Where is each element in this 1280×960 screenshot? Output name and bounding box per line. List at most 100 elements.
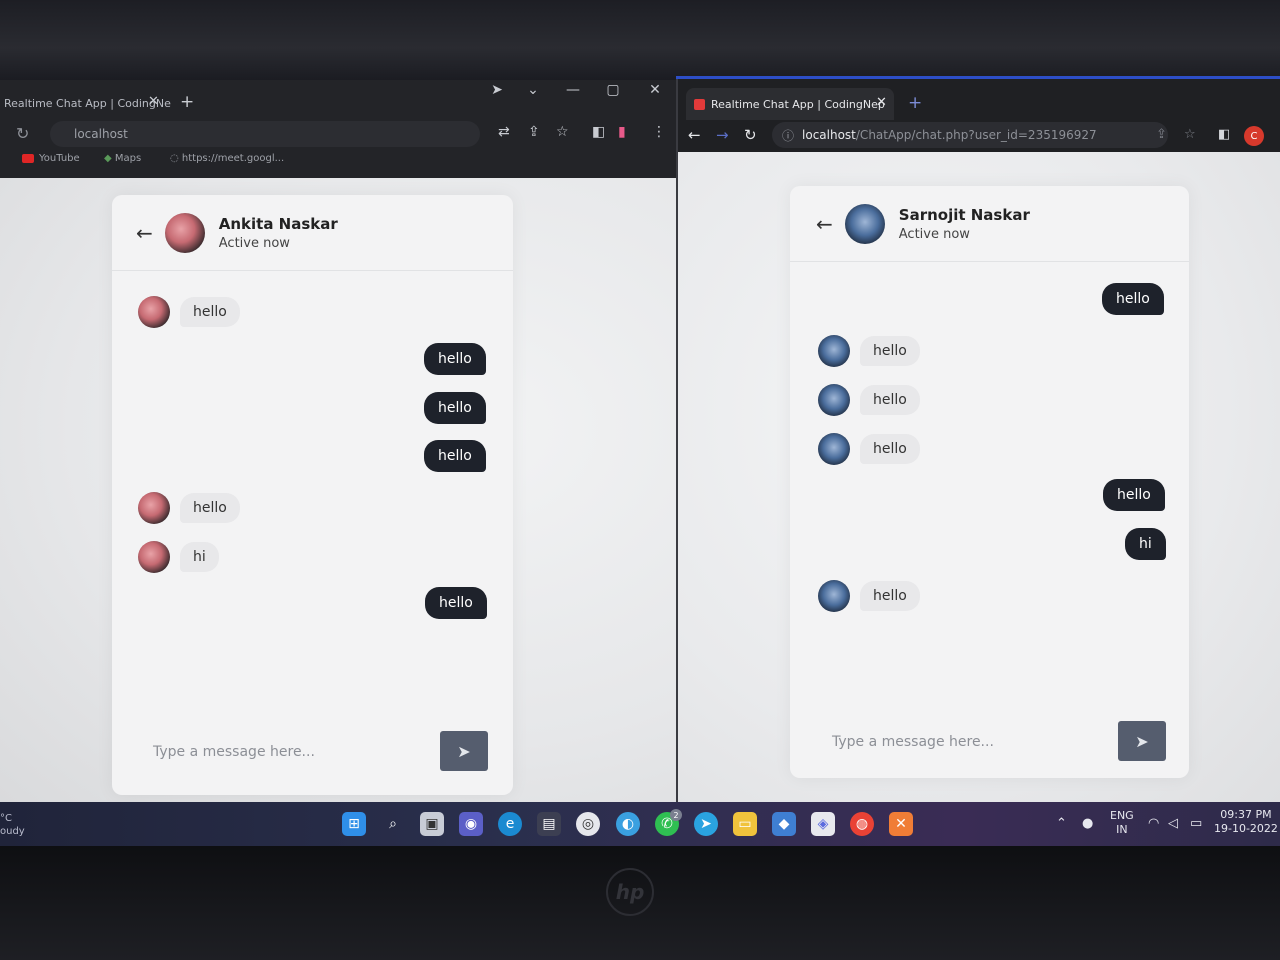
screen-bezel-top (0, 0, 1280, 80)
telegram-icon[interactable]: ➤ (694, 812, 718, 836)
reload-icon[interactable]: ↻ (744, 126, 757, 144)
app-circle-icon[interactable]: ◎ (576, 812, 600, 836)
message-bubble: hello (860, 385, 920, 415)
right-new-tab-icon[interactable]: + (908, 93, 922, 113)
back-icon[interactable]: ← (688, 126, 701, 144)
contact-name: Sarnojit Naskar (898, 205, 1030, 224)
menu-dots-icon[interactable]: ⋮ (652, 124, 666, 140)
message-incoming: hello (818, 384, 920, 416)
message-incoming: hello (138, 492, 240, 524)
site-info-icon[interactable]: ⓘ (782, 127, 794, 144)
globe-icon: ◌ (170, 153, 182, 164)
sender-avatar (818, 433, 850, 465)
weather-desc: oudy (0, 826, 25, 837)
forward-icon[interactable]: → (716, 126, 729, 144)
message-bubble: hi (180, 542, 219, 572)
url-path: /ChatApp/chat.php?user_id=235196927 (855, 128, 1097, 142)
region: IN (1116, 823, 1128, 836)
profile-avatar[interactable]: C (1244, 126, 1264, 146)
send-button[interactable]: ➤ (1118, 721, 1166, 761)
bookmark-star-icon[interactable]: ☆ (1184, 127, 1196, 142)
message-incoming: hello (818, 433, 920, 465)
weather-temp: °C (0, 813, 12, 824)
weather-widget[interactable]: °C oudy (0, 812, 25, 838)
browser-globe-icon[interactable]: ◐ (616, 812, 640, 836)
cursor-icon: ➤ (491, 82, 503, 98)
battery-icon[interactable]: ▭ (1190, 816, 1202, 831)
search-icon[interactable]: ⌕ (381, 812, 405, 836)
message-bubble: hello (860, 581, 920, 611)
left-reload-icon[interactable]: ↻ (16, 124, 29, 143)
maps-icon: ◆ (104, 153, 115, 164)
chrome-icon[interactable]: ◍ (850, 812, 874, 836)
sender-avatar (818, 384, 850, 416)
right-tab[interactable]: Realtime Chat App | CodingNep (686, 88, 894, 120)
bookmark-meet[interactable]: ◌ https://meet.googl... (170, 153, 284, 164)
file-explorer-icon[interactable]: ▭ (733, 812, 757, 836)
close-window-icon[interactable]: ✕ (640, 82, 670, 98)
bookmark-youtube[interactable]: YouTube (22, 153, 80, 164)
send-button[interactable]: ➤ (440, 731, 488, 771)
whatsapp-badge: 2 (670, 809, 682, 821)
message-bubble: hello (180, 493, 240, 523)
message-incoming: hello (818, 580, 920, 612)
share-icon[interactable]: ⇪ (1156, 127, 1167, 142)
side-panel-icon[interactable]: ◧ (592, 124, 605, 140)
left-new-tab-icon[interactable]: + (180, 92, 194, 112)
sender-avatar (138, 492, 170, 524)
contact-avatar (844, 203, 885, 244)
bookmark-maps-label: Maps (114, 153, 142, 164)
vscode-icon[interactable]: ◆ (772, 812, 796, 836)
maximize-icon[interactable]: ▢ (598, 82, 628, 98)
back-arrow-icon[interactable]: ← (136, 221, 153, 245)
right-tab-title: Realtime Chat App | CodingNep (711, 97, 885, 111)
start-windows-icon[interactable]: ⊞ (342, 812, 366, 836)
bookmark-maps[interactable]: ◆ Maps (104, 153, 141, 164)
send-icon: ➤ (1135, 731, 1149, 751)
message-outgoing: hello (424, 440, 486, 472)
side-panel-icon[interactable]: ◧ (1218, 127, 1230, 142)
language-indicator[interactable]: ENG IN (1110, 809, 1134, 837)
share-icon[interactable]: ⇪ (528, 124, 540, 140)
sender-avatar (138, 541, 170, 573)
wifi-icon[interactable]: ◠ (1148, 816, 1159, 831)
contact-avatar (164, 212, 205, 253)
contact-status: Active now (218, 235, 290, 251)
right-chat-header: ← Sarnojit Naskar Active now (790, 186, 1189, 262)
left-address-bar[interactable]: localhost (50, 121, 480, 147)
right-tab-close-icon[interactable]: ✕ (876, 95, 887, 110)
xampp-icon[interactable]: ✕ (889, 812, 913, 836)
clock[interactable]: 09:37 PM 19-10-2022 (1214, 808, 1278, 836)
message-outgoing: hello (424, 392, 486, 424)
right-address-bar[interactable]: ⓘ localhost/ChatApp/chat.php?user_id=235… (772, 122, 1168, 148)
bookmark-youtube-label: YouTube (39, 153, 80, 164)
minimize-icon[interactable]: — (558, 82, 588, 98)
left-tab[interactable]: Realtime Chat App | CodingNe (0, 88, 172, 118)
message-incoming: hello (818, 335, 920, 367)
store-icon[interactable]: ▤ (537, 812, 561, 836)
tab-search-chevron-icon[interactable]: ⌄ (518, 82, 548, 98)
chat-teams-icon[interactable]: ◉ (459, 812, 483, 836)
edge-icon[interactable]: e (498, 812, 522, 836)
tab-favicon-icon (694, 98, 705, 110)
message-outgoing: hello (424, 343, 486, 375)
contact-info: Sarnojit Naskar Active now (899, 206, 1030, 242)
translate-icon[interactable]: ⇄ (498, 124, 510, 140)
bookmark-star-icon[interactable]: ☆ (556, 124, 569, 140)
extension-icon[interactable]: ▮ (618, 124, 626, 140)
contact-name: Ankita Naskar (218, 214, 338, 233)
sender-avatar (818, 580, 850, 612)
back-arrow-icon[interactable]: ← (816, 212, 833, 236)
message-input[interactable]: Type a message here... (153, 744, 315, 760)
left-tab-close-icon[interactable]: ✕ (148, 94, 159, 109)
microphone-icon[interactable]: ● (1082, 816, 1093, 831)
message-input[interactable]: Type a message here... (832, 734, 994, 750)
message-bubble: hello (180, 297, 240, 327)
hp-logo: hp (606, 868, 654, 916)
task-view-icon[interactable]: ▣ (420, 812, 444, 836)
tray-chevron-icon[interactable]: ⌃ (1056, 816, 1067, 831)
dev-tool-icon[interactable]: ◈ (811, 812, 835, 836)
bookmark-meet-label: https://meet.googl... (181, 153, 285, 164)
sender-avatar (138, 296, 170, 328)
volume-icon[interactable]: ◁ (1168, 816, 1178, 831)
